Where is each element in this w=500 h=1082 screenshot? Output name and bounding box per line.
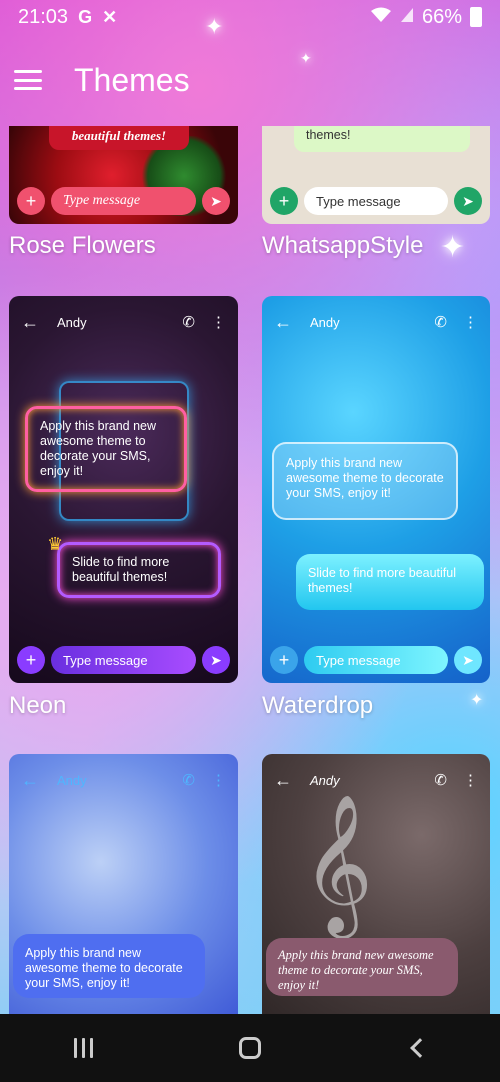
sent-bubble: themes!	[294, 126, 470, 152]
more-options-icon: ⋮	[211, 314, 226, 331]
received-bubble: Apply this brand new awesome theme to de…	[266, 938, 458, 996]
theme-name-rose-flowers: Rose Flowers	[9, 232, 156, 259]
theme-card-whatsappstyle[interactable]: themes! + Type message ➤	[262, 126, 490, 224]
back-arrow-icon: ←	[21, 311, 39, 332]
more-options-icon: ⋮	[463, 772, 478, 789]
notification-icon: ✕	[102, 6, 118, 27]
sent-bubble: beautiful themes!	[49, 126, 189, 150]
type-message-field: Type message	[304, 187, 448, 215]
recent-apps-button[interactable]	[53, 1028, 113, 1068]
contact-name: Andy	[310, 772, 340, 788]
add-icon: +	[270, 646, 298, 674]
phone-icon: ✆	[182, 314, 195, 331]
type-message-field: Type message	[51, 187, 196, 215]
send-icon: ➤	[202, 187, 230, 215]
send-icon: ➤	[454, 187, 482, 215]
preview-header: ← Andy ✆ ⋮	[274, 310, 478, 334]
battery-percent: 66%	[421, 5, 462, 28]
phone-icon: ✆	[182, 772, 195, 789]
received-bubble: Apply this brand new awesome theme to de…	[272, 442, 458, 520]
send-icon: ➤	[202, 646, 230, 674]
sent-bubble: Slide to find more beautiful themes!	[57, 542, 221, 598]
theme-grid: beautiful themes! + Type message ➤ Rose …	[0, 126, 500, 1014]
theme-card-rose-flowers[interactable]: beautiful themes! + Type message ➤	[9, 126, 238, 224]
preview-header: ← Andy ✆ ⋮	[21, 310, 226, 334]
back-icon	[409, 1038, 430, 1058]
add-icon: +	[270, 187, 298, 215]
preview-header: ← Andy ✆ ⋮	[274, 768, 478, 792]
signal-icon	[400, 6, 414, 29]
home-button[interactable]	[220, 1028, 280, 1068]
add-icon: +	[17, 646, 45, 674]
phone-icon: ✆	[434, 772, 447, 789]
more-options-icon: ⋮	[211, 772, 226, 789]
add-icon: +	[17, 187, 45, 215]
status-time: 21:03	[18, 5, 69, 28]
treble-clef-icon: 𝄞	[302, 794, 373, 933]
wifi-icon	[370, 7, 392, 28]
recent-apps-icon	[73, 1038, 93, 1058]
theme-card-neon[interactable]: ← Andy ✆ ⋮ Apply this brand new awesome …	[9, 296, 238, 683]
theme-name-waterdrop: Waterdrop	[262, 692, 374, 719]
theme-name-whatsappstyle: WhatsappStyle	[262, 232, 424, 259]
theme-card-waterdrop[interactable]: ← Andy ✆ ⋮ Apply this brand new awesome …	[262, 296, 490, 683]
page-title: Themes	[74, 61, 190, 98]
type-message-field: Type message	[51, 646, 196, 674]
back-arrow-icon: ←	[274, 769, 292, 790]
contact-name: Andy	[57, 314, 87, 330]
contact-name: Andy	[310, 314, 340, 330]
phone-icon: ✆	[434, 314, 447, 331]
theme-card-blue[interactable]: ← Andy ✆ ⋮ Apply this brand new awesome …	[9, 754, 238, 1014]
hamburger-menu-icon[interactable]	[14, 70, 42, 90]
back-arrow-icon: ←	[21, 769, 39, 790]
more-options-icon: ⋮	[463, 314, 478, 331]
back-button[interactable]	[387, 1028, 447, 1068]
theme-card-music[interactable]: ← Andy ✆ ⋮ 𝄞 Apply this brand new awesom…	[262, 754, 490, 1014]
home-icon	[238, 1037, 261, 1059]
back-arrow-icon: ←	[274, 311, 292, 332]
preview-header: ← Andy ✆ ⋮	[21, 768, 226, 792]
status-bar: 21:03 G ✕ 66%	[0, 0, 500, 34]
send-icon: ➤	[454, 646, 482, 674]
system-nav-bar	[0, 1014, 500, 1082]
app-bar: Themes	[0, 50, 500, 110]
google-icon: G	[78, 6, 93, 27]
received-bubble: Apply this brand new awesome theme to de…	[25, 406, 187, 492]
theme-name-neon: Neon	[9, 692, 67, 719]
crown-icon: ♛	[47, 534, 64, 554]
sent-bubble: Slide to find more beautiful themes!	[296, 554, 484, 610]
contact-name: Andy	[57, 772, 87, 788]
received-bubble: Apply this brand new awesome theme to de…	[13, 934, 205, 998]
battery-icon	[470, 7, 482, 27]
type-message-field: Type message	[304, 646, 448, 674]
